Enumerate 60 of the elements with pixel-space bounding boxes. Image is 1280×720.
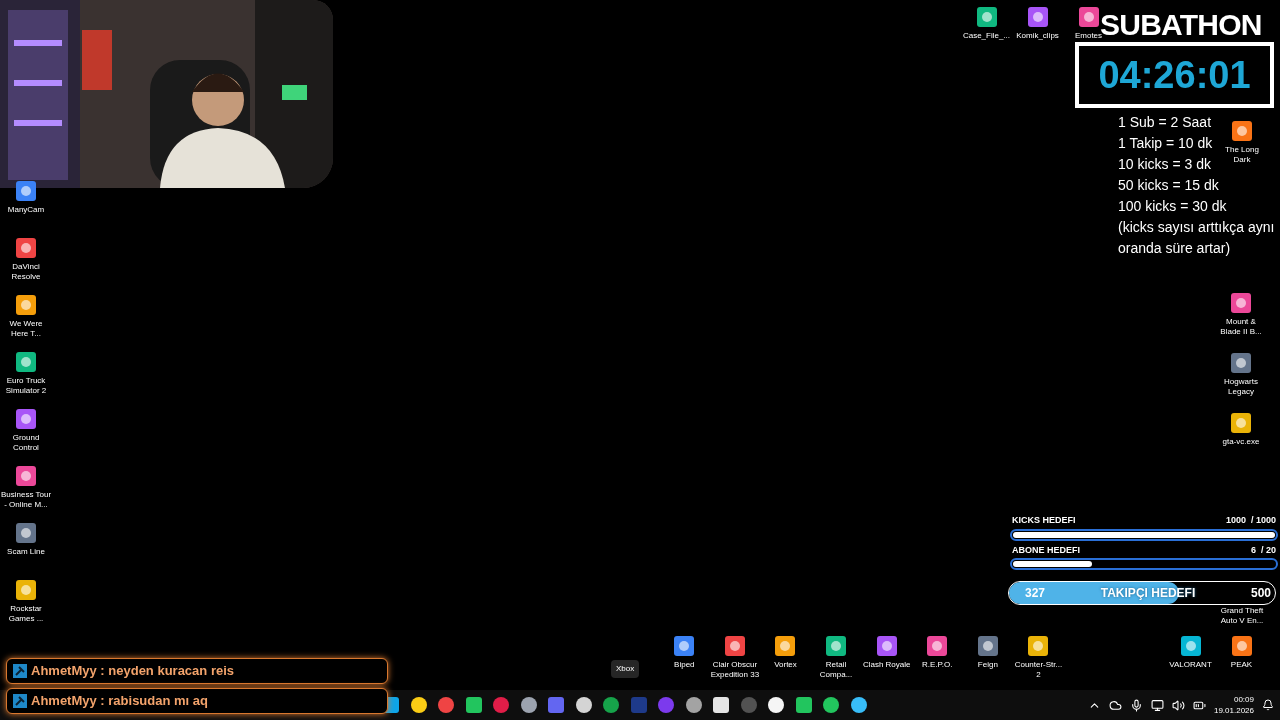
app-icon <box>15 180 37 202</box>
app-icon <box>1230 352 1252 374</box>
goal-label: ABONE HEDEFI <box>1012 543 1080 557</box>
app-icon <box>15 579 37 601</box>
app-icon <box>1077 6 1100 28</box>
microphone-icon[interactable] <box>1129 698 1143 712</box>
hammer-icon <box>13 664 27 678</box>
taskbar-app-icon[interactable] <box>409 696 428 714</box>
goal-count: 1000 / 1000 <box>1225 514 1276 527</box>
app-icon <box>1231 120 1253 142</box>
taskbar-app-icon[interactable] <box>464 696 483 714</box>
app-icon <box>1027 635 1050 657</box>
rule-text: 50 kicks = 15 dk <box>1118 176 1219 195</box>
app-icon <box>975 6 998 28</box>
taskbar-app-icon[interactable] <box>574 696 593 714</box>
app-icon <box>15 465 37 487</box>
timer: 04:26:01 <box>1098 56 1251 94</box>
app-icon <box>15 294 37 316</box>
taskbar-app-icon[interactable] <box>519 696 538 714</box>
icon-label: Grand Theft Auto V En... <box>1219 606 1265 626</box>
app-icon <box>723 635 746 657</box>
taskbar-app-icon[interactable] <box>794 696 813 714</box>
app-icon <box>673 635 696 657</box>
volume-icon[interactable] <box>1171 698 1185 712</box>
follower-target: 500 <box>1250 585 1271 602</box>
follower-count: 327 <box>1025 585 1046 602</box>
rule-text: 100 kicks = 30 dk <box>1118 197 1227 216</box>
taskbar-app-icon[interactable] <box>822 696 840 714</box>
cloud-icon[interactable] <box>1108 698 1122 712</box>
rule-text: 1 Takip = 10 dk <box>1118 134 1213 153</box>
goal-label: KICKS HEDEFI <box>1012 514 1076 527</box>
app-icon <box>1179 635 1202 657</box>
app-icon <box>1026 6 1049 28</box>
rule-text: 10 kicks = 3 dk <box>1118 155 1211 174</box>
app-icon <box>774 635 797 657</box>
clock[interactable]: 00:09 19.01.2026 <box>1213 694 1254 716</box>
hammer-icon <box>13 694 27 708</box>
taskbar-app-icon[interactable] <box>602 696 620 714</box>
goal-count: 6 / 20 <box>1250 543 1276 557</box>
rule-text: (kicks sayısı arttıkça aynı oranda süre artar) <box>1118 218 1276 258</box>
app-icon <box>926 635 949 657</box>
rule-text: 1 Sub = 2 Saat <box>1118 113 1212 132</box>
app-icon <box>15 237 37 259</box>
app-icon <box>15 522 37 544</box>
app-icon <box>15 351 37 373</box>
taskbar-app-icon[interactable] <box>712 696 730 714</box>
notification-icon[interactable] <box>1262 699 1274 711</box>
app-icon <box>875 635 898 657</box>
app-icon <box>976 635 999 657</box>
app-icon <box>1230 292 1252 314</box>
app-icon <box>1230 635 1253 657</box>
chat-text: AhmetMyy : rabisudan mı aq <box>31 692 208 711</box>
taskbar-app-icon[interactable] <box>684 696 703 714</box>
tooltip: Xbox <box>611 660 640 678</box>
app-icon <box>1230 412 1252 434</box>
app-icon <box>15 408 37 430</box>
app-icon <box>825 635 848 657</box>
taskbar-app-icon[interactable] <box>849 696 868 714</box>
taskbar-app-icon[interactable] <box>767 696 785 714</box>
chat-text: AhmetMyy : neyden kuracan reis <box>31 662 235 681</box>
